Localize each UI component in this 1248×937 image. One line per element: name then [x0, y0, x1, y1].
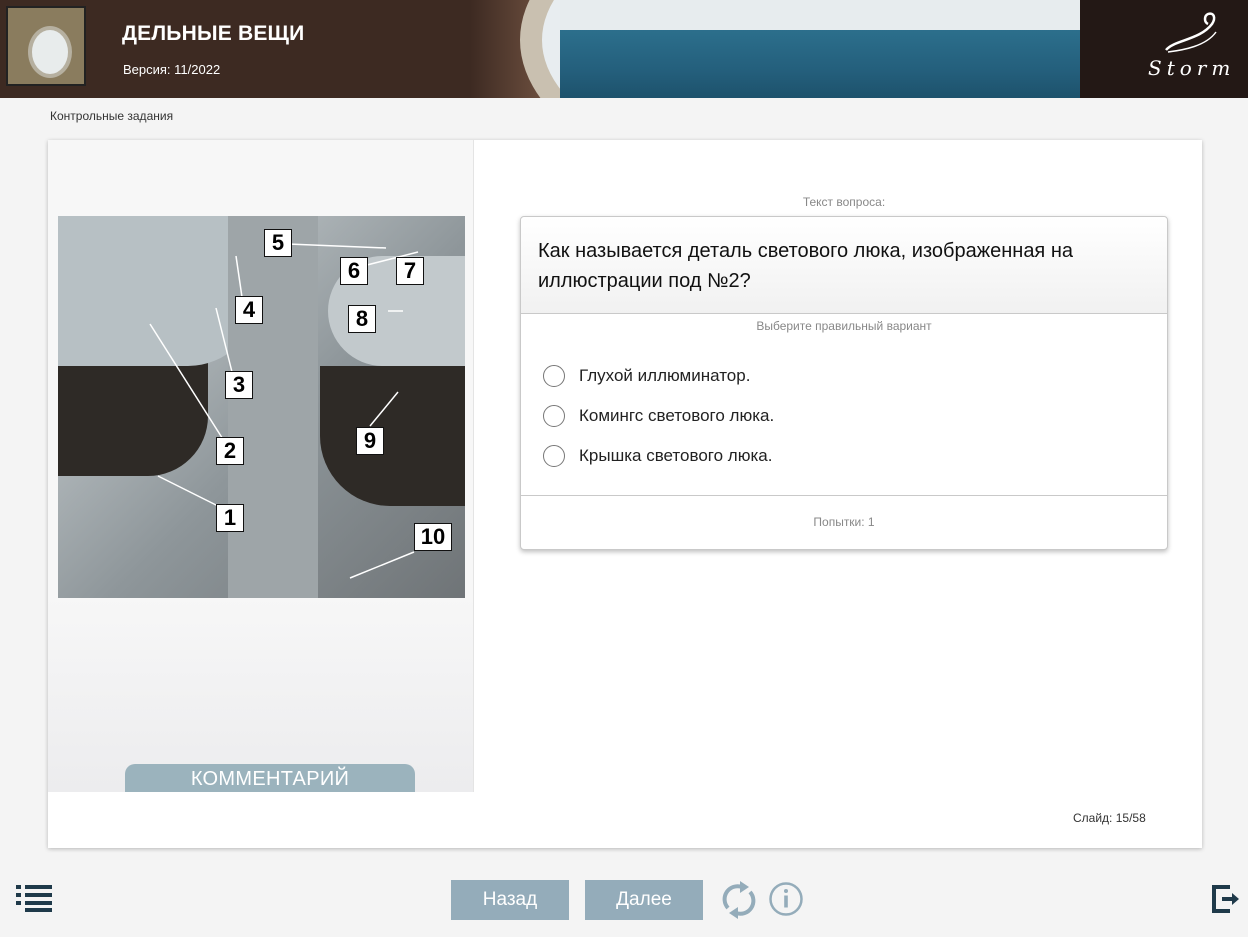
divider: [521, 495, 1167, 496]
figure-label: 8: [348, 305, 376, 333]
attempts-counter: Попытки: 1: [813, 515, 875, 529]
course-title: ДЕЛЬНЫЕ ВЕЩИ: [122, 22, 305, 45]
answer-option-3[interactable]: Крышка светового люка.: [543, 443, 772, 469]
figure-label: 5: [264, 229, 292, 257]
storm-logo-icon: [1165, 12, 1217, 53]
question-header: Как называется деталь светового люка, из…: [521, 217, 1167, 314]
figure-label: 3: [225, 371, 253, 399]
question-hint: Выберите правильный вариант: [756, 319, 932, 333]
next-button[interactable]: Далее: [585, 880, 703, 920]
course-thumbnail: [6, 6, 86, 86]
figure-label: 10: [414, 523, 452, 551]
radio-button[interactable]: [543, 365, 565, 387]
answer-option-2[interactable]: Комингс светового люка.: [543, 403, 774, 429]
answer-option-label: Комингс светового люка.: [579, 406, 775, 425]
question-box: Как называется деталь светового люка, из…: [520, 216, 1168, 550]
comment-button[interactable]: КОММЕНТАРИЙ: [125, 764, 415, 792]
exit-icon[interactable]: [1210, 884, 1240, 914]
brand-name: Storm: [1148, 56, 1236, 80]
illustration-panel: 1 2 3 4 5 6 7 8 9 10 КОММЕНТАРИЙ: [48, 140, 474, 792]
figure-label: 9: [356, 427, 384, 455]
figure-label: 7: [396, 257, 424, 285]
radio-button[interactable]: [543, 445, 565, 467]
question-label: Текст вопроса:: [802, 195, 886, 209]
info-icon[interactable]: [768, 881, 804, 917]
radio-button[interactable]: [543, 405, 565, 427]
answer-option-label: Крышка светового люка.: [579, 446, 773, 465]
course-version: Версия: 11/2022: [123, 62, 221, 77]
figure-label: 1: [216, 504, 244, 532]
answer-option-label: Глухой иллюминатор.: [579, 366, 751, 385]
slide-card: 1 2 3 4 5 6 7 8 9 10 КОММЕНТАРИЙ Текст в…: [48, 140, 1202, 848]
menu-icon[interactable]: [16, 884, 52, 912]
back-button[interactable]: Назад: [451, 880, 569, 920]
figure-label: 6: [340, 257, 368, 285]
figure-label: 4: [235, 296, 263, 324]
breadcrumb: Контрольные задания: [50, 109, 174, 123]
slide-counter: Слайд: 15/58: [1073, 811, 1146, 825]
reload-icon[interactable]: [720, 880, 758, 920]
skylight-illustration: 1 2 3 4 5 6 7 8 9 10: [58, 216, 465, 598]
answer-option-1[interactable]: Глухой иллюминатор.: [543, 363, 750, 389]
question-text: Как называется деталь светового люка, из…: [538, 240, 1073, 292]
figure-label: 2: [216, 437, 244, 465]
header: ДЕЛЬНЫЕ ВЕЩИ Версия: 11/2022 Storm: [0, 0, 1248, 98]
